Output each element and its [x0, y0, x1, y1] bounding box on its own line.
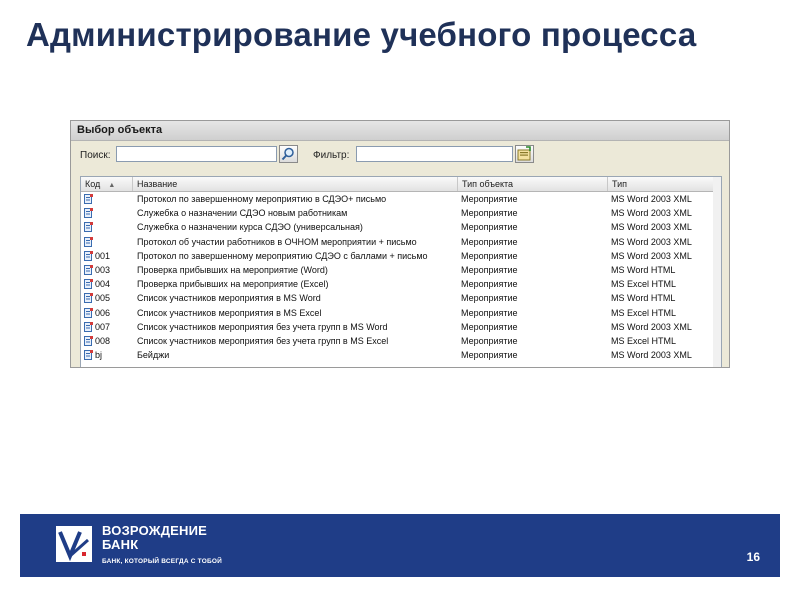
cell-name: Проверка прибывших на мероприятие (Excel… — [137, 279, 329, 290]
cell-name: Протокол по завершенному мероприятию в С… — [137, 194, 387, 204]
table-header: Код ▲ Название Тип объекта Тип — [81, 177, 721, 192]
cell-format: MS Word HTML — [611, 293, 676, 304]
table-row[interactable]: Протокол об участии работников в ОЧНОМ м… — [81, 235, 721, 249]
document-icon — [84, 236, 93, 247]
cell-object-type: Мероприятие — [461, 236, 518, 247]
document-icon — [84, 307, 93, 318]
table-row[interactable]: bj Бейджи Мероприятие MS Word 2003 XML — [81, 348, 721, 362]
cell-format: MS Word 2003 XML — [611, 350, 692, 361]
table-row[interactable]: 008 Список участников мероприятия без уче… — [81, 334, 721, 348]
table-row[interactable]: 005 Список участников мероприятия в MS Wo… — [81, 291, 721, 305]
search-label: Поиск: — [80, 150, 111, 161]
brand-name-line1: ВОЗРОЖДЕНИЕ — [102, 523, 208, 538]
cell-format: MS Word 2003 XML — [611, 194, 692, 204]
cell-name: Список участников мероприятия без учета … — [137, 321, 388, 332]
table-row[interactable]: 003 Проверка прибывших на мероприятие (Wo… — [81, 263, 721, 277]
page-title: Администрирование учебного процесса — [26, 16, 697, 53]
filter-button[interactable] — [515, 145, 534, 163]
cell-object-type: Мероприятие — [461, 321, 518, 332]
cell-code — [84, 192, 132, 206]
column-header-object-type[interactable]: Тип объекта — [458, 177, 608, 191]
column-header-type[interactable]: Тип — [608, 177, 721, 191]
document-icon — [84, 293, 93, 304]
document-icon — [84, 321, 93, 332]
cell-name: Список участников мероприятия в MS Excel — [137, 307, 322, 318]
cell-name: Бейджи — [137, 350, 170, 361]
brand-tagline: БАНК, КОТОРЫЙ ВСЕГДА С ТОБОЙ — [102, 558, 222, 565]
document-icon — [84, 279, 93, 290]
cell-code: 003 — [84, 263, 132, 277]
window-title: Выбор объекта — [71, 121, 729, 141]
brand-name-line2: БАНК — [102, 537, 139, 552]
cell-name: Список участников мероприятия без учета … — [137, 335, 389, 346]
footer-banner: ВОЗРОЖДЕНИЕ БАНК БАНК, КОТОРЫЙ ВСЕГДА С … — [20, 514, 780, 577]
document-icon — [84, 250, 93, 261]
cell-format: MS Word 2003 XML — [611, 208, 692, 219]
cell-object-type: Мероприятие — [461, 279, 518, 290]
cell-object-type: Мероприятие — [461, 208, 518, 219]
cell-format: MS Excel HTML — [611, 279, 677, 290]
cell-code — [84, 206, 132, 220]
cell-format: MS Word 2003 XML — [611, 250, 692, 261]
cell-code: 004 — [84, 277, 132, 291]
search-button[interactable] — [279, 145, 298, 163]
document-icon — [84, 335, 93, 346]
table-row[interactable]: Служебка о назначении курса СДЭО (универ… — [81, 220, 721, 234]
cell-format: MS Excel HTML — [611, 335, 677, 346]
cell-object-type: Мероприятие — [461, 293, 518, 304]
cell-code: 006 — [84, 306, 132, 320]
table-body: Протокол по завершенному мероприятию в С… — [81, 192, 721, 362]
cell-name: Проверка прибывших на мероприятие (Word) — [137, 264, 328, 275]
column-header-name[interactable]: Название — [133, 177, 458, 191]
cell-object-type: Мероприятие — [461, 222, 518, 233]
cell-format: MS Word 2003 XML — [611, 236, 692, 247]
bank-logo-icon — [56, 526, 92, 562]
filter-icon — [517, 146, 531, 161]
object-selection-window: Выбор объекта Поиск: Фильтр: Код ▲ Назван… — [70, 120, 730, 368]
cell-name: Протокол по завершенному мероприятию СДЭ… — [137, 250, 428, 261]
cell-object-type: Мероприятие — [461, 264, 518, 275]
cell-code — [84, 235, 132, 249]
document-icon — [84, 350, 93, 361]
sort-up-icon: ▲ — [108, 182, 116, 189]
cell-code: 007 — [84, 320, 132, 334]
cell-object-type: Мероприятие — [461, 335, 518, 346]
cell-format: MS Excel HTML — [611, 307, 677, 318]
cell-code: 008 — [84, 334, 132, 348]
document-icon — [84, 264, 93, 275]
document-icon — [84, 194, 93, 204]
filter-label: Фильтр: — [313, 150, 350, 161]
cell-name: Протокол об участии работников в ОЧНОМ м… — [137, 236, 417, 247]
cell-code: 005 — [84, 291, 132, 305]
cell-format: MS Word 2003 XML — [611, 321, 692, 332]
document-icon — [84, 208, 93, 219]
page-number: 16 — [746, 550, 760, 564]
objects-table: Код ▲ Название Тип объекта Тип Протокол п… — [80, 176, 722, 367]
cell-object-type: Мероприятие — [461, 350, 518, 361]
cell-name: Служебка о назначении курса СДЭО (универ… — [137, 222, 363, 233]
cell-object-type: Мероприятие — [461, 307, 518, 318]
table-row[interactable]: 004 Проверка прибывших на мероприятие (Ex… — [81, 277, 721, 291]
cell-object-type: Мероприятие — [461, 194, 518, 204]
table-row[interactable]: 007 Список участников мероприятия без уче… — [81, 320, 721, 334]
table-row[interactable]: 006 Список участников мероприятия в MS Ex… — [81, 306, 721, 320]
cell-code — [84, 220, 132, 234]
cell-name: Служебка о назначении СДЭО новым работни… — [137, 208, 348, 219]
cell-format: MS Word 2003 XML — [611, 222, 692, 233]
cell-object-type: Мероприятие — [461, 250, 518, 261]
search-input[interactable] — [116, 146, 277, 162]
cell-format: MS Word HTML — [611, 264, 676, 275]
table-row[interactable]: 001 Протокол по завершенному мероприятию … — [81, 249, 721, 263]
search-toolbar: Поиск: Фильтр: — [71, 141, 729, 169]
document-icon — [84, 222, 93, 233]
cell-code: bj — [84, 348, 132, 362]
table-row[interactable]: Служебка о назначении СДЭО новым работни… — [81, 206, 721, 220]
table-row[interactable]: Протокол по завершенному мероприятию в С… — [81, 192, 721, 206]
search-icon — [281, 147, 294, 161]
column-header-code[interactable]: Код ▲ — [81, 177, 133, 191]
cell-name: Список участников мероприятия в MS Word — [137, 293, 321, 304]
vertical-scrollbar[interactable] — [713, 177, 721, 367]
cell-code: 001 — [84, 249, 132, 263]
filter-input[interactable] — [356, 146, 513, 162]
